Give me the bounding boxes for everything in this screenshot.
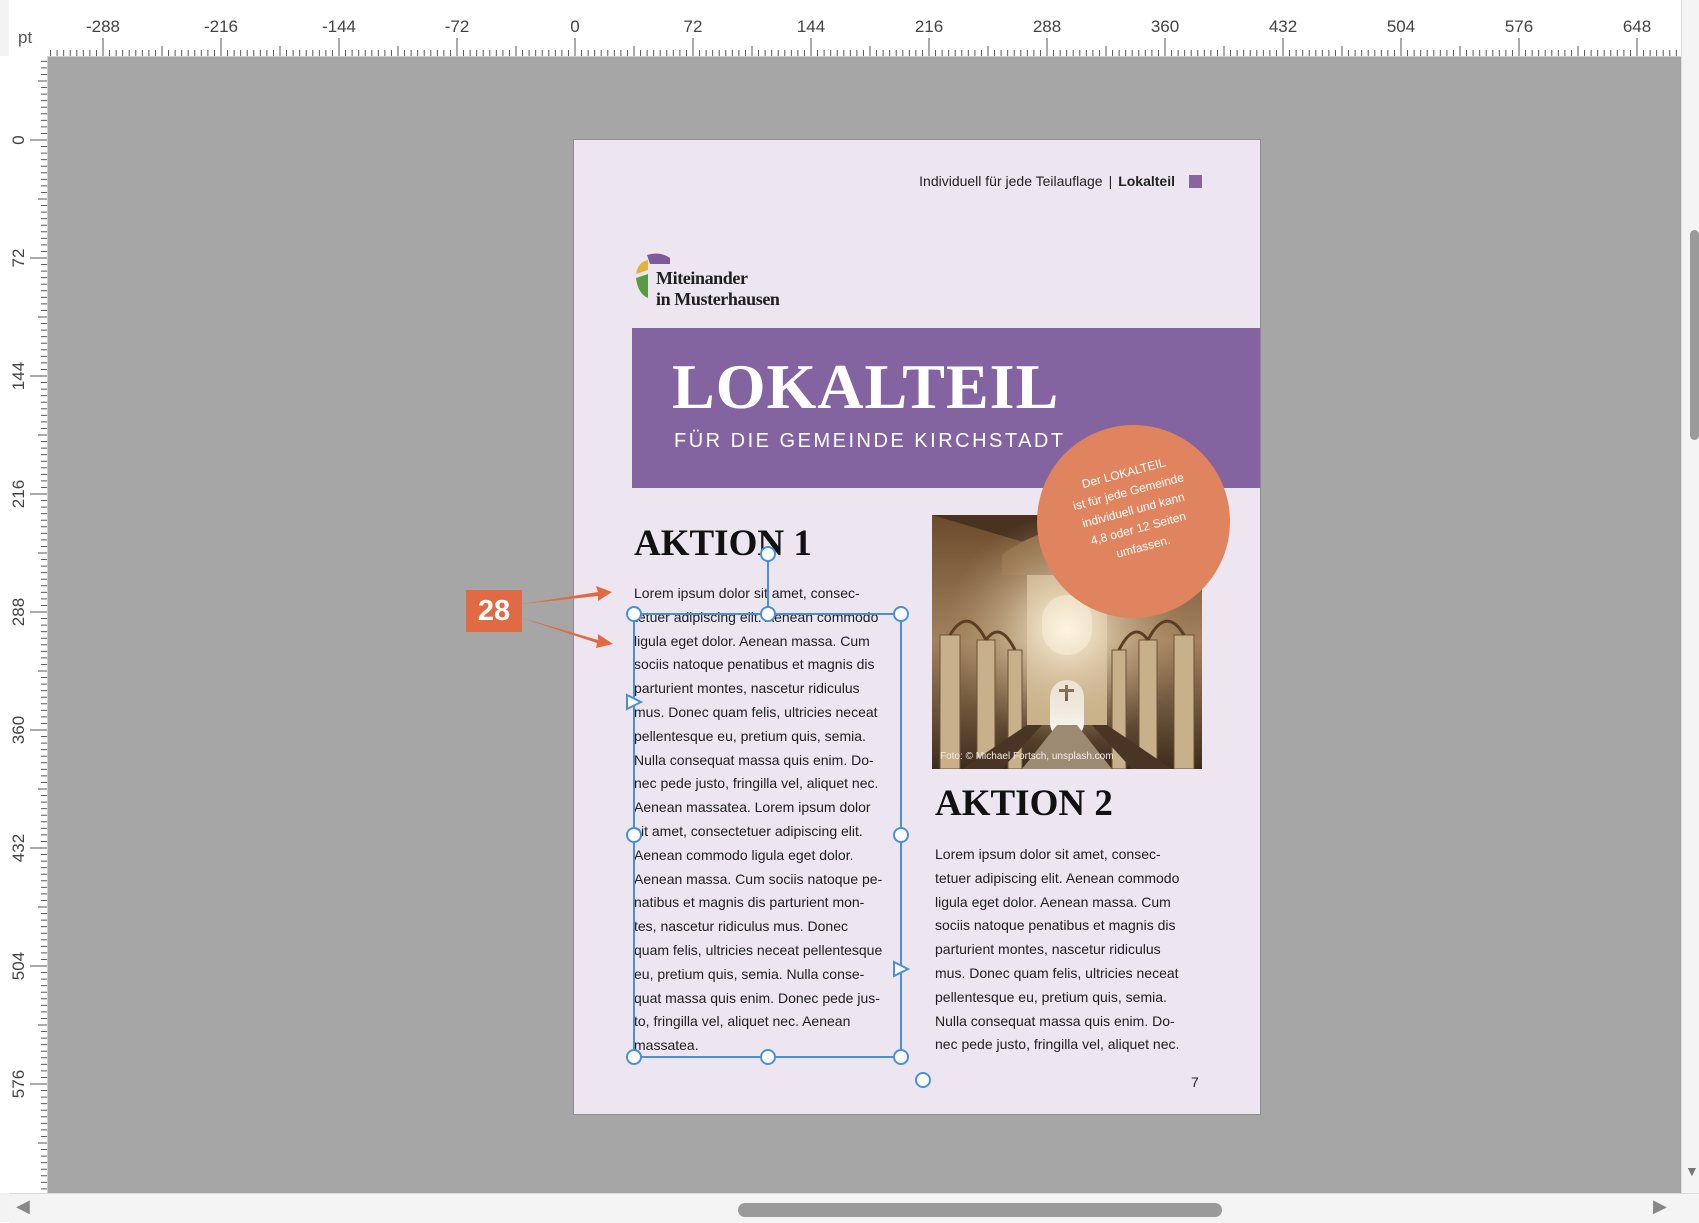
ruler-label: -216 <box>204 17 238 36</box>
banner-title[interactable]: LOKALTEIL <box>672 350 1059 424</box>
ruler-label: 504 <box>1387 17 1415 36</box>
text-line: parturient montes, nascetur ridiculus <box>935 941 1161 958</box>
text-line: quam felis, ultricies neceat pellentesqu… <box>634 941 883 958</box>
text-line: ligula eget dolor. Aenean massa. Cum <box>935 893 1171 910</box>
layout-editor-window: -288 -216 -144 -72 0 72 144 216 288 360 432 504 576 6… <box>0 0 1699 1223</box>
scroll-right-icon[interactable]: ▶ <box>1653 1196 1667 1217</box>
ruler-label: 432 <box>9 834 28 862</box>
vertical-scrollbar[interactable] <box>1681 0 1699 1193</box>
ruler-label: -72 <box>445 17 470 36</box>
running-head: Individuell für jede Teilauflage | Lokal… <box>919 173 1202 189</box>
text-line: natibus et magnis dis parturient mon- <box>634 894 865 911</box>
text-line: Lorem ipsum dolor sit amet, consec- <box>634 585 860 601</box>
text-line: tes, nascetur ridiculus mus. Donec <box>634 918 848 935</box>
text-line: quat massa quis enim. Donec pede jus- <box>634 989 880 1006</box>
aktion-2-heading[interactable]: AKTION 2 <box>935 782 1113 825</box>
aktion-1-heading[interactable]: AKTION 1 <box>634 522 812 565</box>
ruler-label: 576 <box>9 1070 28 1098</box>
ruler-label: 0 <box>9 135 28 144</box>
text-line: Aenean massa. Cum sociis natoque pe- <box>634 870 883 887</box>
page-number: 7 <box>1191 1074 1199 1090</box>
text-line: mus. Donec quam felis, ultricies neceat <box>634 703 878 720</box>
vertical-ruler-ticks: 0 72 144 216 288 360 432 504 576 <box>9 60 47 1190</box>
callout-number-badge: 28 <box>466 590 522 632</box>
ruler-label: 504 <box>9 952 28 980</box>
text-line: Lorem ipsum dolor sit amet, consec- <box>935 846 1161 862</box>
document-page[interactable]: Individuell für jede Teilauflage | Lokal… <box>574 140 1260 1114</box>
ruler-label: 576 <box>1505 17 1533 36</box>
ruler-label: 144 <box>9 362 28 390</box>
ruler-label: 360 <box>1151 17 1179 36</box>
running-head-section: Lokalteil <box>1118 173 1175 189</box>
ruler-label: 360 <box>9 716 28 744</box>
text-line: pellentesque eu, pretium quis, semia. <box>935 988 1167 1005</box>
text-line: nec pede justo, fringilla vel, aliquet n… <box>634 775 879 792</box>
horizontal-ruler-ticks: -288 -216 -144 -72 0 72 144 216 288 360 432 504 576 6… <box>50 17 1677 56</box>
text-line: to, fringilla vel, aliquet nec. Aenean <box>634 1013 851 1030</box>
horizontal-scroll-thumb[interactable] <box>738 1203 1222 1217</box>
text-line: Nulla consequat massa quis enim. Do- <box>935 1012 1175 1029</box>
text-line: Nulla consequat massa quis enim. Do- <box>634 751 874 768</box>
ruler-label: 216 <box>915 17 943 36</box>
ruler-label: 432 <box>1269 17 1297 36</box>
scroll-left-icon[interactable]: ◀ <box>16 1196 30 1217</box>
ruler-label: 216 <box>9 480 28 508</box>
text-line: tetuer adipiscing elit. Aenean commodo <box>935 869 1180 886</box>
text-line: parturient montes, nascetur ridiculus <box>634 680 860 697</box>
text-line: Aenean massatea. Lorem ipsum dolor <box>634 799 871 816</box>
text-line: nec pede justo, fringilla vel, aliquet n… <box>935 1036 1180 1053</box>
text-line: sociis natoque penatibus et magnis dis <box>935 917 1176 934</box>
running-head-text: Individuell für jede Teilauflage <box>919 173 1103 189</box>
text-line: sit amet, consectetuer adipiscing elit. <box>634 822 863 839</box>
banner-subtitle[interactable]: FÜR DIE GEMEINDE KIRCHSTADT <box>674 430 1066 453</box>
ruler-label: 144 <box>797 17 825 36</box>
text-line: Aenean commodo ligula eget dolor. <box>634 846 854 863</box>
ruler-label: 288 <box>9 598 28 626</box>
ruler-label: 72 <box>684 17 703 36</box>
text-line: eu, pretium quis, semia. Nulla conse- <box>634 965 865 982</box>
aktion-1-text-frame[interactable]: Lorem ipsum dolor sit amet, consec- tetu… <box>634 582 904 1058</box>
text-line: tetuer adipiscing elit. Aenean commodo <box>634 608 879 625</box>
vertical-ruler[interactable]: 0 72 144 216 288 360 432 504 576 <box>0 56 48 1193</box>
ruler-label: 648 <box>1623 17 1651 36</box>
text-line: massatea. <box>634 1037 699 1054</box>
logo-wordmark: Miteinander in Musterhausen <box>656 268 780 310</box>
ruler-label: 288 <box>1033 17 1061 36</box>
section-color-square <box>1189 174 1202 188</box>
text-line: ligula eget dolor. Aenean massa. Cum <box>634 632 870 649</box>
photo-credit: Foto: © Michael Fortsch, unsplash.com <box>940 751 1114 762</box>
text-line: sociis natoque penatibus et magnis dis <box>634 656 875 673</box>
running-head-separator: | <box>1108 173 1113 189</box>
ruler-label: 0 <box>570 17 579 36</box>
text-line: pellentesque eu, pretium quis, semia. <box>634 727 866 744</box>
ruler-unit-label: pt <box>18 28 33 47</box>
badge-text: Der LOKALTEIL ist für jede Gemeinde indi… <box>1028 440 1239 582</box>
scroll-down-icon[interactable]: ▼ <box>1685 1163 1699 1179</box>
logo-line-1: Miteinander <box>656 268 748 288</box>
logo-line-2: in Musterhausen <box>656 289 780 309</box>
info-badge[interactable]: Der LOKALTEIL ist für jede Gemeinde indi… <box>1037 425 1230 618</box>
ruler-label: -144 <box>322 17 356 36</box>
aktion-2-text-frame[interactable]: Lorem ipsum dolor sit amet, consec- tetu… <box>935 843 1205 1057</box>
text-line: mus. Donec quam felis, ultricies neceat <box>935 964 1179 981</box>
ruler-label: -288 <box>86 17 120 36</box>
horizontal-ruler[interactable]: -288 -216 -144 -72 0 72 144 216 288 360 432 504 576 6… <box>9 0 1681 57</box>
vertical-scroll-thumb[interactable] <box>1690 230 1699 440</box>
ruler-label: 72 <box>9 249 28 268</box>
